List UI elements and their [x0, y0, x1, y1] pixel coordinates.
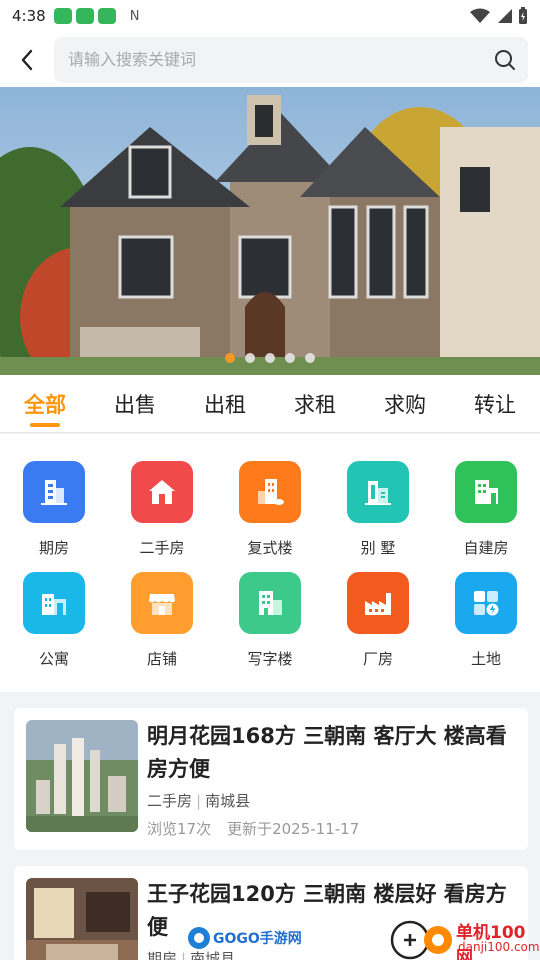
tab-transfer[interactable]: 转让 — [450, 375, 540, 432]
search-icon[interactable] — [494, 49, 516, 71]
tab-all[interactable]: 全部 — [0, 375, 90, 432]
nfc-icon: N — [129, 8, 140, 24]
carousel-dots — [0, 353, 540, 363]
carousel-dot[interactable] — [285, 353, 295, 363]
tab-label: 全部 — [24, 393, 66, 417]
watermark: GOGO手游网 单机100网 danji100.com — [0, 912, 540, 960]
category-second-hand[interactable]: 二手房 — [108, 461, 216, 558]
listing-type: 二手房 — [147, 792, 193, 810]
category-label: 二手房 — [139, 539, 185, 557]
carousel-dot[interactable] — [245, 353, 255, 363]
tower-icon — [239, 461, 301, 523]
office-icon — [239, 572, 301, 634]
category-duplex[interactable]: 复式楼 — [216, 461, 324, 558]
carousel-dot[interactable] — [265, 353, 275, 363]
building-icon — [23, 461, 85, 523]
notification-app-icon — [97, 8, 116, 24]
tab-rent[interactable]: 出租 — [180, 375, 270, 432]
tab-label: 求购 — [384, 393, 426, 417]
listing-updated: 更新于2025-11-17 — [227, 820, 360, 838]
notification-app-icon — [75, 8, 94, 24]
category-self-built[interactable]: 自建房 — [432, 461, 540, 558]
category-label: 土地 — [470, 650, 501, 668]
category-office[interactable]: 写字楼 — [216, 572, 324, 669]
category-tabs: 全部 出售 出租 求租 求购 转让 — [0, 375, 540, 433]
watermark-left: GOGO手游网 — [213, 931, 302, 947]
listing-thumbnail — [26, 720, 138, 832]
carousel-dot[interactable] — [305, 353, 315, 363]
app-screen: 4:38 N 请输入搜索关键词 全部 出售 出租 求租 求购 转让 期房 二手房… — [0, 0, 540, 960]
shop-icon — [131, 572, 193, 634]
category-apartment[interactable]: 公寓 — [0, 572, 108, 669]
tab-label: 出售 — [114, 393, 156, 417]
tab-want-buy[interactable]: 求购 — [360, 375, 450, 432]
status-time: 4:38 — [12, 7, 46, 25]
category-label: 别 墅 — [360, 539, 396, 557]
listing-views: 浏览17次 — [147, 820, 212, 838]
factory-icon — [347, 572, 409, 634]
listing-meta: 二手房 | 南城县 — [147, 792, 251, 810]
category-label: 店铺 — [146, 650, 177, 668]
chevron-left-icon — [21, 49, 33, 70]
house-icon — [131, 461, 193, 523]
banner-house-image — [0, 87, 540, 375]
category-presale[interactable]: 期房 — [0, 461, 108, 558]
category-label: 公寓 — [38, 650, 69, 668]
category-label: 自建房 — [463, 539, 509, 557]
category-shop[interactable]: 店铺 — [108, 572, 216, 669]
category-label: 期房 — [38, 539, 69, 557]
status-bar: 4:38 N — [0, 0, 540, 32]
tab-label: 求租 — [294, 393, 336, 417]
carousel-dot[interactable] — [225, 353, 235, 363]
category-villa[interactable]: 别 墅 — [324, 461, 432, 558]
category-label: 写字楼 — [247, 650, 293, 668]
search-box[interactable] — [54, 36, 528, 83]
villa-icon — [347, 461, 409, 523]
signal-icon — [498, 9, 512, 23]
listing-card[interactable]: 明月花园168方 三朝南 客厅大 楼高看房方便 二手房 | 南城县 浏览17次 更新于… — [14, 708, 528, 850]
listing-title: 明月花园168方 三朝南 客厅大 楼高看房方便 — [147, 724, 507, 781]
back-button[interactable] — [0, 32, 54, 87]
apartment-icon — [23, 572, 85, 634]
wifi-icon — [470, 8, 490, 23]
category-factory[interactable]: 厂房 — [324, 572, 432, 669]
search-input[interactable] — [68, 50, 494, 69]
tab-want-rent[interactable]: 求租 — [270, 375, 360, 432]
battery-icon — [519, 7, 527, 24]
banner-carousel[interactable] — [0, 87, 540, 375]
tab-label: 出租 — [204, 393, 246, 417]
category-land[interactable]: 土地 — [432, 572, 540, 669]
watermark-right-url: danji100.com — [458, 940, 540, 954]
tab-sale[interactable]: 出售 — [90, 375, 180, 432]
tab-label: 转让 — [474, 393, 516, 417]
listing-stats: 浏览17次 更新于2025-11-17 — [147, 818, 359, 839]
category-grid: 期房 二手房 复式楼 别 墅 自建房 公寓 店铺 写字楼 厂房 土地 — [0, 434, 540, 692]
category-label: 厂房 — [362, 650, 393, 668]
listing-location: 南城县 — [205, 792, 251, 810]
notification-app-icon — [53, 8, 72, 24]
top-bar — [0, 32, 540, 87]
category-label: 复式楼 — [247, 539, 293, 557]
land-icon — [455, 572, 517, 634]
self-built-icon — [455, 461, 517, 523]
